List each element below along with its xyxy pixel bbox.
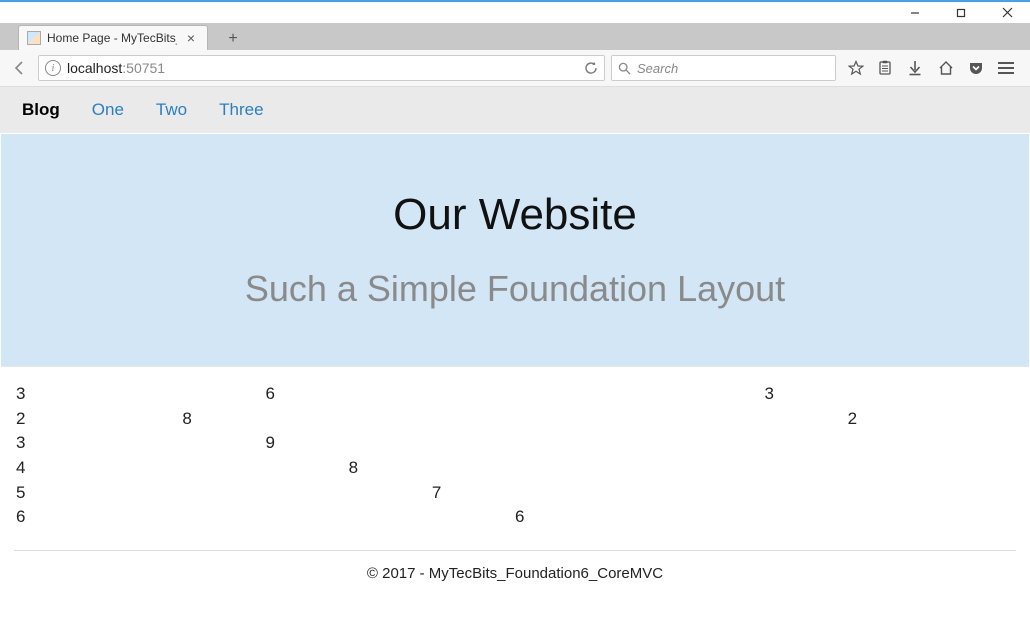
tab-strip: Home Page - MyTecBits_Fou × + bbox=[0, 23, 1030, 50]
grid-row: 57 bbox=[16, 481, 1014, 506]
grid-cell: 4 bbox=[16, 456, 349, 481]
grid-row: 39 bbox=[16, 431, 1014, 456]
grid-row: 363 bbox=[16, 382, 1014, 407]
close-window-button[interactable] bbox=[984, 2, 1030, 23]
close-tab-icon[interactable]: × bbox=[183, 31, 199, 45]
url-port: :50751 bbox=[122, 60, 165, 76]
search-icon bbox=[618, 62, 631, 75]
grid-demo: 36328239485766 bbox=[0, 368, 1030, 540]
site-brand[interactable]: Blog bbox=[22, 100, 60, 120]
back-button[interactable] bbox=[8, 56, 32, 80]
download-icon[interactable] bbox=[908, 60, 926, 76]
footer-text: © 2017 - MyTecBits_Foundation6_CoreMVC bbox=[0, 551, 1030, 596]
home-icon[interactable] bbox=[938, 60, 956, 76]
bookmark-star-icon[interactable] bbox=[848, 60, 866, 76]
grid-cell: 8 bbox=[349, 456, 1014, 481]
menu-button[interactable] bbox=[998, 62, 1016, 74]
grid-row: 48 bbox=[16, 456, 1014, 481]
pocket-icon[interactable] bbox=[968, 60, 986, 76]
grid-cell: 5 bbox=[16, 481, 432, 506]
grid-cell: 7 bbox=[432, 481, 1014, 506]
grid-cell: 9 bbox=[266, 431, 1015, 456]
grid-row: 282 bbox=[16, 407, 1014, 432]
grid-row: 66 bbox=[16, 505, 1014, 530]
browser-toolbar: i localhost:50751 Search bbox=[0, 50, 1030, 87]
grid-cell: 3 bbox=[765, 382, 1015, 407]
nav-link-three[interactable]: Three bbox=[219, 100, 263, 120]
hero-section: Our Website Such a Simple Foundation Lay… bbox=[1, 134, 1029, 367]
toolbar-icons bbox=[842, 60, 1022, 76]
url-host: localhost bbox=[67, 60, 122, 76]
hero-title: Our Website bbox=[21, 190, 1009, 240]
nav-link-two[interactable]: Two bbox=[156, 100, 187, 120]
nav-link-one[interactable]: One bbox=[92, 100, 124, 120]
grid-cell: 3 bbox=[16, 382, 266, 407]
address-bar[interactable]: i localhost:50751 bbox=[38, 55, 605, 81]
site-nav: Blog One Two Three bbox=[0, 87, 1030, 133]
window-titlebar bbox=[0, 2, 1030, 23]
search-field[interactable]: Search bbox=[611, 55, 836, 81]
grid-cell: 2 bbox=[16, 407, 182, 432]
new-tab-button[interactable]: + bbox=[220, 28, 246, 50]
grid-cell: 6 bbox=[16, 505, 515, 530]
page-favicon bbox=[27, 31, 41, 45]
grid-cell: 6 bbox=[515, 505, 1014, 530]
grid-cell: 2 bbox=[848, 407, 1014, 432]
hamburger-icon bbox=[998, 62, 1014, 74]
clipboard-icon[interactable] bbox=[878, 60, 896, 76]
url-text: localhost:50751 bbox=[67, 60, 578, 76]
grid-cell: 6 bbox=[266, 382, 765, 407]
hero-subtitle: Such a Simple Foundation Layout bbox=[21, 268, 1009, 310]
browser-tab[interactable]: Home Page - MyTecBits_Fou × bbox=[18, 25, 208, 50]
tab-title: Home Page - MyTecBits_Fou bbox=[47, 31, 177, 45]
minimize-button[interactable] bbox=[892, 2, 938, 23]
grid-cell: 8 bbox=[182, 407, 847, 432]
window-controls bbox=[892, 2, 1030, 23]
site-info-icon[interactable]: i bbox=[45, 60, 61, 76]
maximize-button[interactable] bbox=[938, 2, 984, 23]
search-placeholder: Search bbox=[637, 61, 678, 76]
grid-cell: 3 bbox=[16, 431, 266, 456]
reload-icon[interactable] bbox=[584, 61, 598, 75]
